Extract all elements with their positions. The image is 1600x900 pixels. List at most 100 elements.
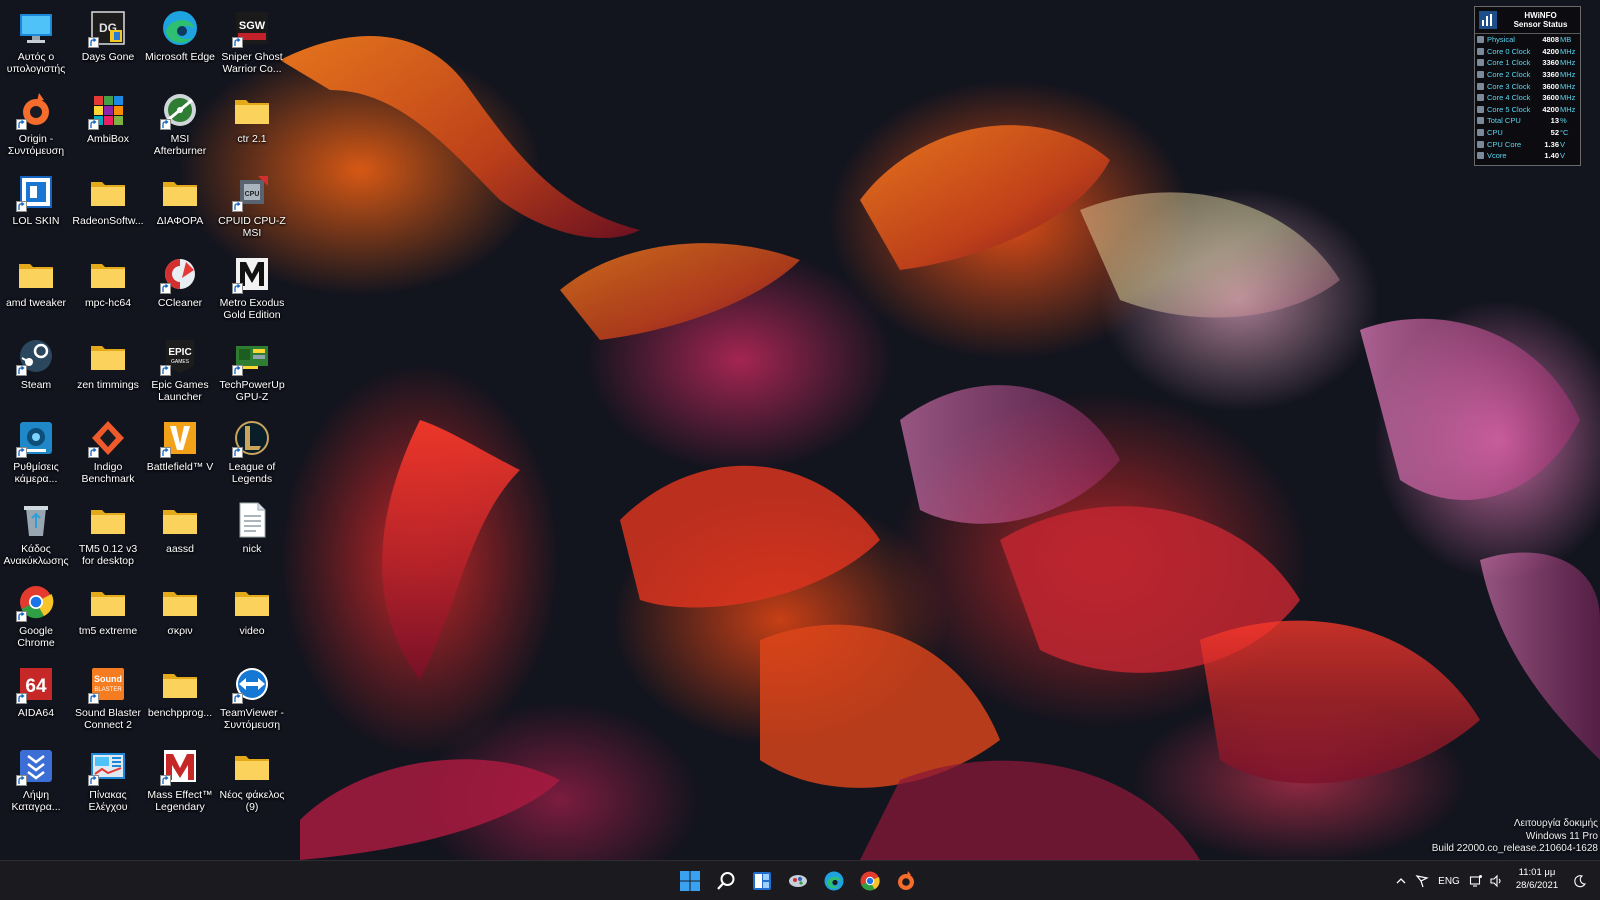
desktop-icon[interactable]: SGW Sniper Ghost Warrior Co...	[216, 2, 288, 84]
desktop-icon[interactable]: EPIC GAMES Epic Games Launcher	[144, 330, 216, 412]
start-button[interactable]	[675, 866, 705, 896]
desktop-icon[interactable]: CCleaner	[144, 248, 216, 330]
desktop-icon-label: Sound Blaster Connect 2	[75, 707, 141, 731]
shortcut-arrow-icon	[88, 693, 99, 704]
desktop-icon[interactable]: TeamViewer - Συντόμευση	[216, 658, 288, 740]
tray-volume-button[interactable]	[1488, 869, 1504, 893]
desktop-icon-label: Νέος φάκελος (9)	[219, 789, 285, 813]
desktop-icon[interactable]: Steam	[0, 330, 72, 412]
desktop-icon-label: Days Gone	[81, 51, 135, 63]
tray-network-activity-button[interactable]	[1414, 869, 1430, 893]
epic-games-icon: EPIC GAMES	[160, 336, 200, 376]
desktop-icon-label: RadeonSoftw...	[72, 215, 144, 227]
chrome-icon	[16, 582, 56, 622]
sensor-name: Core 3 Clock	[1487, 81, 1531, 91]
taskbar-chrome-button[interactable]	[855, 866, 885, 896]
desktop-icon[interactable]: TM5 0.12 v3 for desktop	[72, 494, 144, 576]
sensor-unit: MHz	[1560, 81, 1576, 91]
sensor-icon	[1477, 129, 1484, 137]
sensor-icon	[1477, 82, 1484, 90]
widgets-button[interactable]	[747, 866, 777, 896]
folder-icon	[88, 582, 128, 622]
tray-network-button[interactable]	[1468, 869, 1484, 893]
tray-notifications-button[interactable]	[1572, 869, 1588, 893]
antenna-icon	[1415, 875, 1429, 888]
taskbar-origin-button[interactable]	[891, 866, 921, 896]
desktop-icon-label: benchpprog...	[147, 707, 213, 719]
taskbar-hwinfo-button[interactable]	[783, 866, 813, 896]
msi-afterburner-icon	[160, 90, 200, 130]
desktop-icon[interactable]: Indigo Benchmark	[72, 412, 144, 494]
desktop-icon[interactable]: Battlefield™ V	[144, 412, 216, 494]
desktop-icon[interactable]: aassd	[144, 494, 216, 576]
network-monitor-icon	[1469, 875, 1482, 887]
desktop-icon[interactable]: mpc-hc64	[72, 248, 144, 330]
sensor-unit: °C	[1560, 128, 1569, 138]
desktop-icon[interactable]: Origin - Συντόμευση	[0, 84, 72, 166]
desktop-icon-label: League of Legends	[228, 461, 276, 485]
sensor-unit: MHz	[1560, 104, 1576, 114]
folder-icon	[88, 172, 128, 212]
desktop-icon[interactable]: RadeonSoftw...	[72, 166, 144, 248]
search-button[interactable]	[711, 866, 741, 896]
taskbar-clock[interactable]: 11:01 μμ 28/6/2021	[1506, 866, 1568, 892]
desktop-icon[interactable]: Λήψη Καταγρα...	[0, 740, 72, 822]
shortcut-arrow-icon	[16, 693, 27, 704]
shortcut-arrow-icon	[160, 283, 171, 294]
desktop-icon[interactable]: Google Chrome	[0, 576, 72, 658]
desktop-icon[interactable]: League of Legends	[216, 412, 288, 494]
desktop[interactable]: Αυτός ο υπολογιστής DG Days Gone Microsoft …	[0, 0, 1600, 860]
steam-icon	[16, 336, 56, 376]
desktop-icon-label: Λήψη Καταγρα...	[11, 789, 61, 813]
taskbar-edge-button[interactable]	[819, 866, 849, 896]
desktop-icon[interactable]: ΔΙΑΦΟΡΑ	[144, 166, 216, 248]
desktop-icon[interactable]: amd tweaker	[0, 248, 72, 330]
shortcut-arrow-icon	[16, 365, 27, 376]
desktop-icon-label: zen timmings	[77, 379, 139, 391]
desktop-icon[interactable]: Ρυθμίσεις κάμερα...	[0, 412, 72, 494]
desktop-icon[interactable]: video	[216, 576, 288, 658]
days-gone-icon: DG	[88, 8, 128, 48]
shortcut-arrow-icon	[16, 201, 27, 212]
desktop-icon[interactable]: Microsoft Edge	[144, 2, 216, 84]
desktop-icon[interactable]: AmbiBox	[72, 84, 144, 166]
desktop-icon[interactable]: nick	[216, 494, 288, 576]
sensor-name: Core 4 Clock	[1487, 93, 1531, 103]
teamviewer-icon	[232, 664, 272, 704]
battlefield-icon	[160, 418, 200, 458]
hwinfo-sensor-widget[interactable]: HWiNFO Sensor Status Physical 4808 MB Core …	[1474, 6, 1581, 166]
sensor-name: CPU Core	[1487, 139, 1522, 149]
desktop-icon[interactable]: TechPowerUp GPU-Z	[216, 330, 288, 412]
desktop-icon[interactable]: Κάδος Ανακύκλωσης	[0, 494, 72, 576]
folder-icon	[88, 254, 128, 294]
desktop-icon-label: ctr 2.1	[237, 133, 267, 145]
svg-text:64: 64	[25, 676, 47, 697]
desktop-icon[interactable]: LOL SKIN	[0, 166, 72, 248]
desktop-icon[interactable]: ctr 2.1	[216, 84, 288, 166]
shortcut-arrow-icon	[160, 447, 171, 458]
desktop-icon[interactable]: Sound BLASTER Sound Blaster Connect 2	[72, 658, 144, 740]
desktop-icon[interactable]: Αυτός ο υπολογιστής	[0, 2, 72, 84]
desktop-icon-label: σκριν	[167, 625, 193, 637]
shortcut-arrow-icon	[88, 447, 99, 458]
desktop-icon[interactable]: benchpprog...	[144, 658, 216, 740]
sensor-name: Core 2 Clock	[1487, 70, 1531, 80]
folder-icon	[16, 254, 56, 294]
desktop-icon[interactable]: tm5 extreme	[72, 576, 144, 658]
desktop-icon[interactable]: σκριν	[144, 576, 216, 658]
tray-overflow-button[interactable]	[1394, 869, 1408, 893]
desktop-icon[interactable]: DG Days Gone	[72, 2, 144, 84]
desktop-icon[interactable]: zen timmings	[72, 330, 144, 412]
desktop-icon-label: CPUID CPU-Z MSI	[218, 215, 286, 239]
desktop-icon[interactable]: Πίνακας Ελέγχου	[72, 740, 144, 822]
sensor-unit: MHz	[1560, 93, 1576, 103]
desktop-icon[interactable]: Metro Exodus Gold Edition	[216, 248, 288, 330]
desktop-icon[interactable]: CPU CPUID CPU-Z MSI	[216, 166, 288, 248]
desktop-icon[interactable]: 64 AIDA64	[0, 658, 72, 740]
sensor-value: 3360	[1542, 58, 1559, 68]
desktop-icon[interactable]: Mass Effect™ Legendary Ed...	[144, 740, 216, 822]
desktop-icon-label: video	[239, 625, 265, 637]
tray-language-button[interactable]: ENG	[1436, 869, 1462, 893]
desktop-icon[interactable]: MSI Afterburner	[144, 84, 216, 166]
desktop-icon[interactable]: Νέος φάκελος (9)	[216, 740, 288, 822]
